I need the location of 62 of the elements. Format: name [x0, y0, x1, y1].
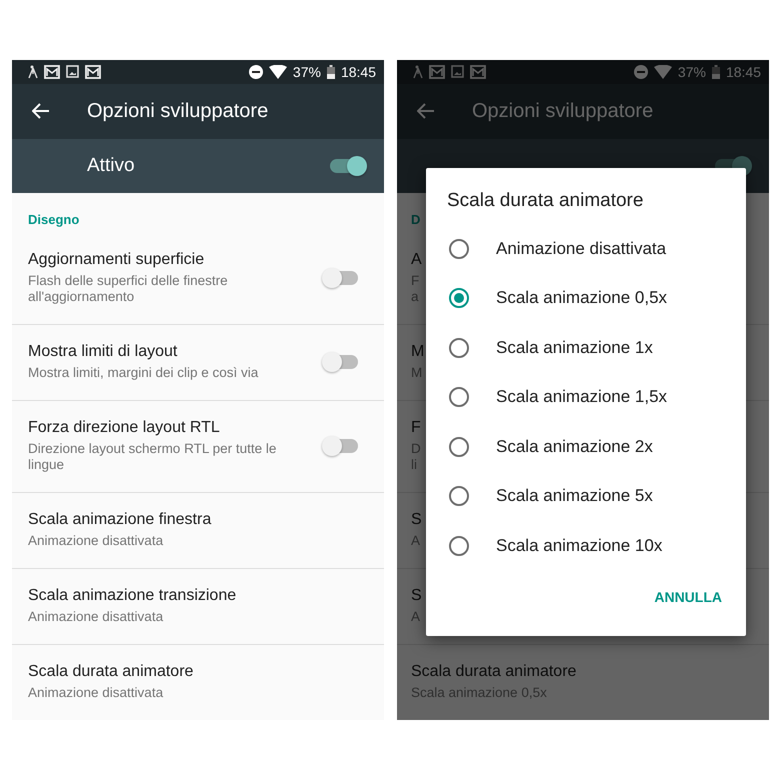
radio-button[interactable] — [449, 486, 469, 506]
option-label[interactable]: Scala animazione 2x — [496, 436, 653, 457]
setting-description: Mostra limiti, margini dei clip e così via — [28, 365, 258, 381]
battery-icon — [712, 64, 720, 79]
setting-title: Scala durata animatore — [411, 663, 576, 681]
setting-title: Forza direzione layout RTL — [28, 419, 220, 437]
setting-description: Flash delle superfici delle finestre all'aggiornamento — [28, 273, 228, 305]
radio-button[interactable] — [449, 288, 469, 308]
wifi-icon — [268, 64, 287, 79]
setting-description: Animazione disattivata — [28, 533, 164, 549]
tripod-icon — [28, 64, 38, 79]
dialog-title: Scala durata animatore — [446, 190, 644, 213]
setting-title: M — [411, 343, 424, 361]
setting-title: S — [411, 511, 422, 529]
option-label[interactable]: Scala animazione 0,5x — [496, 288, 668, 308]
option-label[interactable]: Scala animazione 5x — [496, 486, 653, 506]
do-not-disturb-icon — [248, 64, 263, 79]
toggle-switch[interactable] — [324, 355, 358, 369]
setting-title: Scala animazione finestra — [28, 511, 212, 529]
battery-icon — [326, 64, 335, 79]
battery-percentage: 37% — [292, 64, 321, 80]
back-arrow-icon[interactable] — [32, 103, 50, 120]
battery-percentage: 37% — [678, 64, 706, 80]
setting-description: Animazione disattivata — [28, 685, 164, 701]
radio-button[interactable] — [449, 387, 469, 408]
master-switch-label: Attivo — [87, 154, 135, 177]
image-icon — [451, 65, 464, 78]
wifi-icon — [654, 64, 672, 79]
setting-title: Scala animazione transizione — [28, 587, 236, 605]
screen-title: Opzioni sviluppatore — [87, 100, 268, 123]
mail-icon — [470, 64, 486, 79]
do-not-disturb-icon — [634, 64, 648, 79]
option-label[interactable]: Scala animazione 1x — [496, 338, 653, 358]
mail-icon — [85, 64, 101, 79]
toggle-switch[interactable] — [324, 271, 358, 285]
setting-title: A — [411, 251, 422, 269]
radio-button[interactable] — [449, 238, 469, 259]
setting-description: Animazione disattivata — [28, 609, 164, 625]
screen-title: Opzioni sviluppatore — [472, 100, 654, 123]
clock: 18:45 — [340, 64, 376, 80]
tripod-icon — [413, 64, 423, 79]
setting-title: Scala durata animatore — [28, 663, 194, 681]
setting-title: S — [411, 587, 422, 605]
radio-button[interactable] — [449, 436, 469, 457]
setting-title: Mostra limiti di layout — [28, 343, 178, 361]
option-label[interactable]: Scala animazione 1,5x — [496, 387, 668, 408]
option-label[interactable]: Animazione disattivata — [496, 238, 666, 259]
mail-icon — [44, 64, 60, 79]
section-header: Disegno — [27, 211, 80, 229]
setting-title: F — [411, 419, 421, 437]
setting-description: Direzione layout schermo RTL per tutte le lingue — [28, 441, 276, 473]
setting-title: Aggiornamenti superficie — [28, 251, 204, 269]
image-icon — [66, 65, 79, 78]
toggle-switch[interactable] — [324, 439, 358, 453]
cancel-button[interactable]: ANNULLA — [654, 580, 722, 612]
mail-icon — [429, 64, 445, 79]
radio-button[interactable] — [449, 536, 469, 556]
radio-button[interactable] — [449, 338, 469, 358]
section-header: D — [410, 211, 422, 229]
toggle-switch[interactable] — [330, 158, 364, 173]
clock: 18:45 — [726, 64, 761, 80]
option-label[interactable]: Scala animazione 10x — [496, 536, 662, 556]
